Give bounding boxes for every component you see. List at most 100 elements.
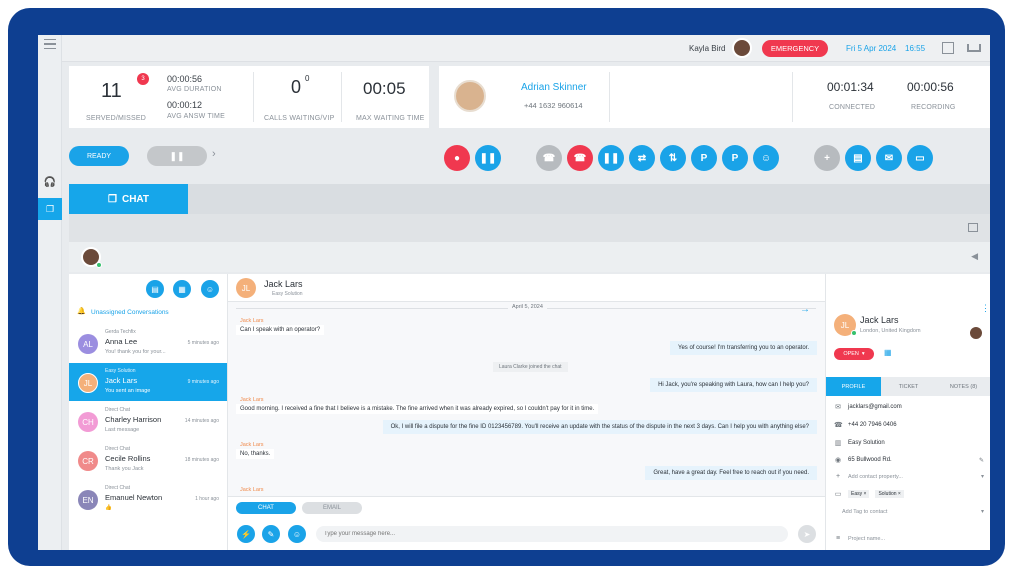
message-out: Great, have a great day. Feel free to re… bbox=[645, 466, 817, 480]
edit-icon[interactable]: ✎ bbox=[979, 457, 984, 464]
message-in: Can I speak with an operator? bbox=[236, 325, 325, 335]
message-sender: Jack Lars bbox=[240, 442, 264, 448]
headset-icon[interactable]: 🎧 bbox=[43, 177, 57, 191]
more-options-icon[interactable]: ⋮ bbox=[981, 304, 990, 313]
divider bbox=[609, 72, 610, 122]
sms-icon[interactable]: ▭ bbox=[907, 145, 933, 171]
system-message: Laura Clarke joined the chat bbox=[493, 362, 568, 372]
chevron-down-icon: ▾ bbox=[861, 351, 865, 357]
list-assign-icon[interactable]: ☺ bbox=[201, 280, 219, 298]
attachment-bolt-icon[interactable]: ⚡ bbox=[237, 525, 255, 543]
pause-status-button[interactable]: ❚❚ bbox=[147, 146, 207, 166]
transfer-icon[interactable]: ⇄ bbox=[629, 145, 655, 171]
vip-count: 0 bbox=[305, 74, 310, 83]
group-icon[interactable]: ☺ bbox=[753, 145, 779, 171]
divider bbox=[341, 72, 342, 122]
composer-tab-email[interactable]: EMAIL bbox=[302, 502, 362, 514]
tab-notes[interactable]: NOTES (8) bbox=[936, 377, 990, 396]
calendar-icon[interactable]: ▦ bbox=[884, 348, 892, 357]
list-item-selected[interactable]: JL Easy Solution Jack Lars You sent an i… bbox=[69, 363, 227, 401]
tab-chat-label: CHAT bbox=[121, 193, 149, 205]
profile-email-row: ✉ jacklars@gmail.com bbox=[834, 403, 984, 411]
list-filter-icon[interactable]: ▤ bbox=[146, 280, 164, 298]
app-screen: 🎧 ❐ Kayla Bird EMERGENCY Fri 5 Apr 2024 … bbox=[38, 35, 990, 550]
profile-phone[interactable]: +44 20 7946 0406 bbox=[848, 422, 897, 428]
list-item-avatar: CR bbox=[78, 451, 98, 471]
status-label: OPEN bbox=[843, 351, 859, 357]
speaker-icon[interactable]: ◀ bbox=[971, 251, 978, 262]
message-out: Yes of course! I'm transferring you to a… bbox=[670, 341, 817, 355]
park-button[interactable]: P bbox=[691, 145, 717, 171]
pause-button[interactable]: ❚❚ bbox=[598, 145, 624, 171]
chat-header: JL Jack Lars Easy Solution bbox=[228, 274, 826, 302]
popout-icon[interactable] bbox=[968, 223, 978, 232]
calls-waiting: 0 bbox=[291, 77, 302, 97]
max-wait-label: MAX WAITING TIME bbox=[356, 115, 425, 122]
tag-chip[interactable]: Solution × bbox=[875, 490, 904, 498]
emoji-icon[interactable]: ☺ bbox=[288, 525, 306, 543]
add-tag-row[interactable]: Add Tag to contact ▾ bbox=[834, 508, 984, 516]
hangup-button[interactable]: ☎ bbox=[567, 145, 593, 171]
online-dot-icon bbox=[96, 262, 102, 268]
chat-contact-name: Jack Lars bbox=[264, 279, 303, 289]
user-avatar[interactable] bbox=[732, 38, 752, 58]
current-date: Fri 5 Apr 2024 bbox=[846, 44, 897, 53]
phone-icon: ☎ bbox=[834, 422, 843, 429]
avg-duration-label: AVG DURATION bbox=[167, 86, 222, 93]
chat-nav-icon[interactable]: ❐ bbox=[38, 198, 62, 220]
list-item-avatar: CH bbox=[78, 412, 98, 432]
list-calendar-icon[interactable]: ▦ bbox=[173, 280, 191, 298]
email-icon[interactable]: ✉ bbox=[876, 145, 902, 171]
bed-icon[interactable] bbox=[967, 44, 981, 52]
record-button[interactable]: ● bbox=[444, 145, 470, 171]
send-button[interactable]: ➤ bbox=[798, 525, 816, 543]
tab-profile[interactable]: PROFILE bbox=[826, 377, 881, 396]
chat-contact-avatar: JL bbox=[236, 278, 256, 298]
building-icon: ▥ bbox=[834, 440, 842, 447]
add-property-row[interactable]: + Add contact property... ▾ bbox=[834, 473, 984, 480]
phone-icon[interactable]: ☎ bbox=[536, 145, 562, 171]
profile-email[interactable]: jacklars@gmail.com bbox=[848, 404, 902, 410]
tag-chip[interactable]: Easy × bbox=[848, 490, 870, 498]
notes-icon[interactable]: ▤ bbox=[845, 145, 871, 171]
conversation-list: ▤ ▦ ☺ 🔔 Unassigned Conversations AL Gerd… bbox=[69, 274, 227, 550]
list-item[interactable]: CH Direct Chat Charley Harrison Last mes… bbox=[69, 402, 227, 440]
chevron-right-icon[interactable]: › bbox=[212, 148, 216, 160]
forward-arrow-icon[interactable]: → bbox=[800, 304, 810, 315]
list-item-avatar: AL bbox=[78, 334, 98, 354]
add-tag-label: Add Tag to contact bbox=[842, 508, 888, 515]
device-frame: 🎧 ❐ Kayla Bird EMERGENCY Fri 5 Apr 2024 … bbox=[8, 8, 1005, 566]
status-dropdown[interactable]: OPEN ▾ bbox=[834, 348, 874, 360]
connected-label: CONNECTED bbox=[829, 104, 876, 111]
grid-icon[interactable] bbox=[942, 42, 954, 54]
list-item[interactable]: AL Gerda Techfix Anna Lee You! thank you… bbox=[69, 324, 227, 362]
list-item[interactable]: EN Direct Chat Emanuel Newton 👍 1 hour a… bbox=[69, 480, 227, 518]
list-item-avatar: EN bbox=[78, 490, 98, 510]
list-item[interactable]: CR Direct Chat Cecile Rollins Thank you … bbox=[69, 441, 227, 479]
caller-name: Adrian Skinner bbox=[521, 82, 587, 93]
add-contact-icon[interactable]: + bbox=[814, 145, 840, 171]
paperclip-icon[interactable]: ✎ bbox=[262, 525, 280, 543]
emergency-button[interactable]: EMERGENCY bbox=[762, 40, 828, 57]
top-bar: Kayla Bird EMERGENCY Fri 5 Apr 2024 16:5… bbox=[62, 35, 990, 62]
composer-tab-chat[interactable]: CHAT bbox=[236, 502, 296, 514]
tab-ticket[interactable]: TICKET bbox=[881, 377, 936, 396]
ready-button[interactable]: READY bbox=[69, 146, 129, 166]
message-input[interactable] bbox=[316, 526, 788, 542]
profile-phone-row: ☎ +44 20 7946 0406 bbox=[834, 421, 984, 429]
profile-company: Easy Solution bbox=[848, 440, 885, 446]
list-icon: ≡ bbox=[835, 535, 841, 542]
tags-row: ▭ Easy × Solution × bbox=[834, 490, 984, 498]
left-sidebar: 🎧 ❐ bbox=[38, 35, 62, 550]
message-in: Good morning. I received a fine that I b… bbox=[236, 404, 599, 414]
connected-time: 00:01:34 bbox=[827, 80, 874, 94]
calls-waiting-label: CALLS WAITING/VIP bbox=[264, 115, 335, 122]
project-row[interactable]: ≡ Project name... bbox=[834, 535, 984, 542]
tab-chat[interactable]: ❐ CHAT bbox=[69, 184, 188, 214]
transfer-park-button[interactable]: P bbox=[722, 145, 748, 171]
conference-icon[interactable]: ⇅ bbox=[660, 145, 686, 171]
tag-label: Solution bbox=[878, 491, 897, 497]
list-item-avatar: JL bbox=[78, 373, 98, 393]
hold-button[interactable]: ❚❚ bbox=[475, 145, 501, 171]
menu-icon[interactable] bbox=[44, 39, 56, 49]
